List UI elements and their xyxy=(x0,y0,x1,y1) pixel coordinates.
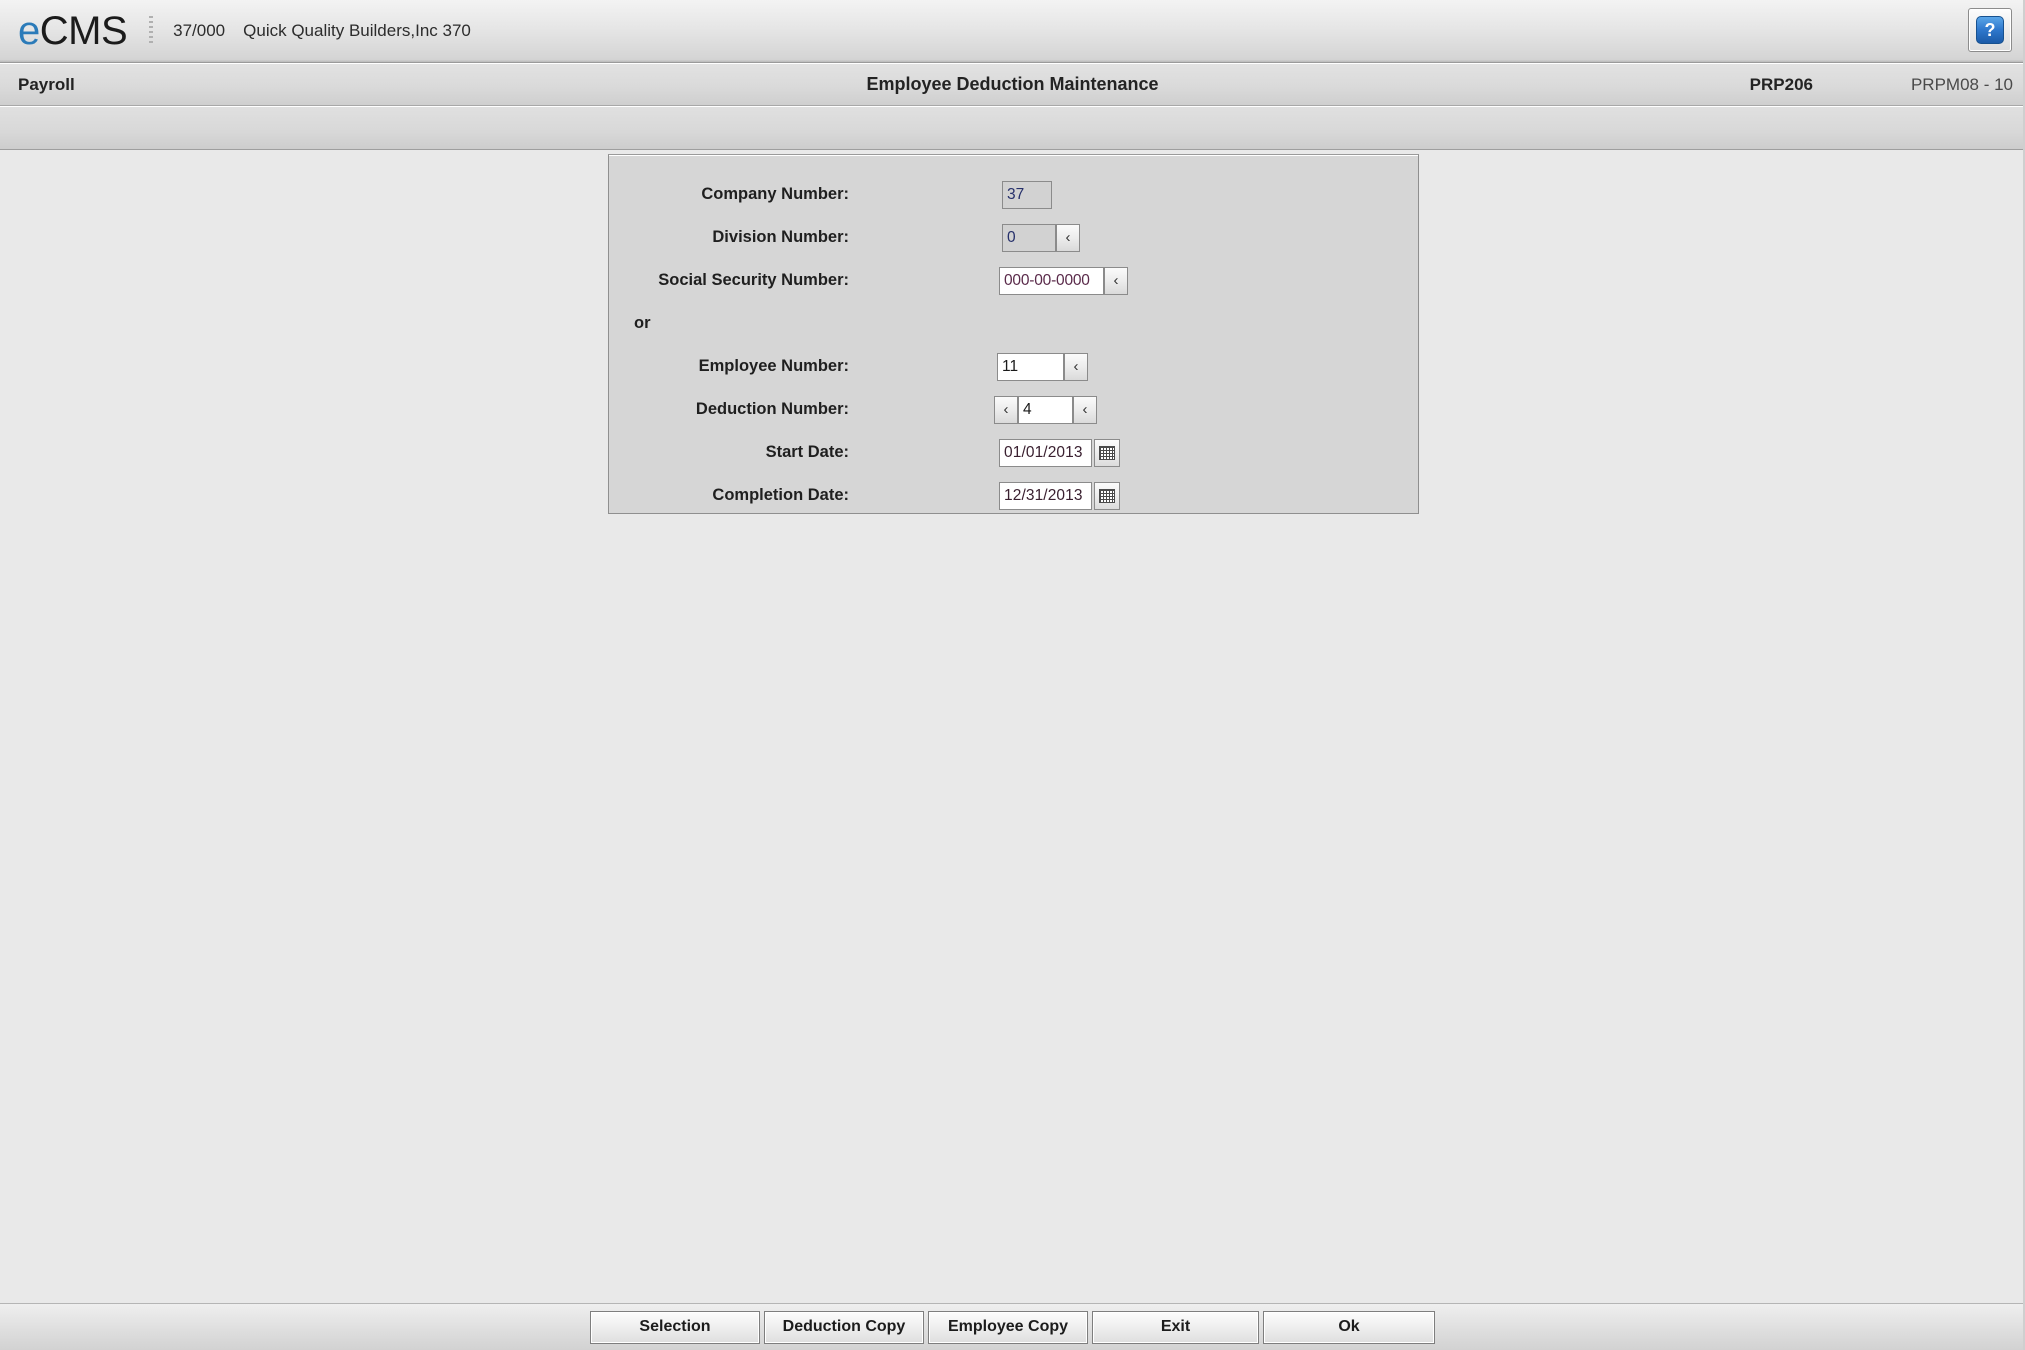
form-field-start-date-control xyxy=(999,438,1120,467)
form-field-completion-date-input[interactable] xyxy=(999,481,1092,510)
form-field-division-number-label: Division Number: xyxy=(712,228,849,246)
form-field-social-security-number-control: ‹ xyxy=(999,266,1128,295)
title-bar: Payroll Employee Deduction Maintenance P… xyxy=(0,63,2025,106)
form-field-social-security-number-input[interactable] xyxy=(999,266,1104,295)
form-field-employee-number-input[interactable] xyxy=(997,352,1064,381)
form-field-company-number-label: Company Number: xyxy=(701,185,849,203)
brand-bar: eCMS 37/000 Quick Quality Builders,Inc 3… xyxy=(0,0,2025,63)
action-button-bar: Selection Deduction Copy Employee Copy Exit… xyxy=(0,1303,2025,1350)
form-field-employee-number-label: Employee Number: xyxy=(698,357,849,375)
form-field-division-number-control: ‹ xyxy=(1002,223,1080,252)
form-field-social-security-number-lookup-arrow-icon[interactable]: ‹ xyxy=(1104,266,1128,295)
content-area: Company Number:Division Number:‹Social S… xyxy=(0,150,2025,1350)
form-row: Division Number: ‹ xyxy=(609,216,1418,259)
form-row: Completion Date: xyxy=(609,474,1418,517)
form-field-company-number-input xyxy=(1002,180,1052,209)
form-field-deduction-number-prev-arrow-icon[interactable]: ‹ xyxy=(994,395,1018,424)
form-field-company-number-control xyxy=(1002,180,1052,209)
help-icon: ? xyxy=(1976,16,2004,44)
application-window: eCMS 37/000 Quick Quality Builders,Inc 3… xyxy=(0,0,2025,1350)
form-field-deduction-number-lookup-arrow-icon[interactable]: ‹ xyxy=(1073,395,1097,424)
form-field-social-security-number-label: Social Security Number: xyxy=(658,271,849,289)
or-separator-label: or xyxy=(634,314,651,332)
form-row: Social Security Number: ‹ xyxy=(609,259,1418,302)
form-field-deduction-number-input[interactable] xyxy=(1018,395,1073,424)
toolbar-strip xyxy=(0,106,2025,150)
form-field-deduction-number-label: Deduction Number: xyxy=(695,400,849,418)
form-field-deduction-number-control: ‹‹ xyxy=(994,395,1097,424)
form-field-start-date-label: Start Date: xyxy=(765,443,849,461)
form-field-division-number-lookup-arrow-icon[interactable]: ‹ xyxy=(1056,223,1080,252)
form-field-completion-date-control xyxy=(999,481,1120,510)
logo-text-cms: CMS xyxy=(39,9,128,53)
form-rows: Company Number:Division Number:‹Social S… xyxy=(609,173,1418,517)
ecms-logo: eCMS xyxy=(18,9,128,53)
deduction-copy-button[interactable]: Deduction Copy xyxy=(764,1310,924,1344)
calendar-icon xyxy=(1099,488,1115,503)
form-field-start-date-calendar-button[interactable] xyxy=(1094,438,1120,467)
form-row: Employee Number: ‹ xyxy=(609,345,1418,388)
calendar-icon xyxy=(1099,445,1115,460)
employee-copy-button[interactable]: Employee Copy xyxy=(928,1310,1088,1344)
selection-button[interactable]: Selection xyxy=(590,1310,760,1344)
form-row: Company Number: xyxy=(609,173,1418,216)
form-field-employee-number-control: ‹ xyxy=(997,352,1088,381)
form-field-completion-date-calendar-button[interactable] xyxy=(1094,481,1120,510)
page-title: Employee Deduction Maintenance xyxy=(866,74,1159,94)
brand-separator xyxy=(149,16,154,46)
screen-id: PRPM08 - 10 xyxy=(1910,74,2013,94)
form-field-start-date-input[interactable] xyxy=(999,438,1092,467)
form-field-employee-number-lookup-arrow-icon[interactable]: ‹ xyxy=(1064,352,1088,381)
form-field-division-number-input xyxy=(1002,223,1056,252)
form-row: Deduction Number:‹‹ xyxy=(609,388,1418,431)
company-code: 37/000 xyxy=(173,21,226,40)
form-row: Start Date: xyxy=(609,431,1418,474)
company-name: Quick Quality Builders,Inc 370 xyxy=(243,21,471,40)
form-row: or xyxy=(609,302,1418,345)
program-id: PRP206 xyxy=(1749,74,1813,94)
form-field-completion-date-label: Completion Date: xyxy=(712,486,849,504)
ok-button[interactable]: Ok xyxy=(1263,1310,1435,1344)
help-button[interactable]: ? xyxy=(1968,8,2012,52)
logo-letter-e: e xyxy=(18,9,40,53)
exit-button[interactable]: Exit xyxy=(1092,1310,1259,1344)
deduction-criteria-panel: Company Number:Division Number:‹Social S… xyxy=(608,154,1419,514)
